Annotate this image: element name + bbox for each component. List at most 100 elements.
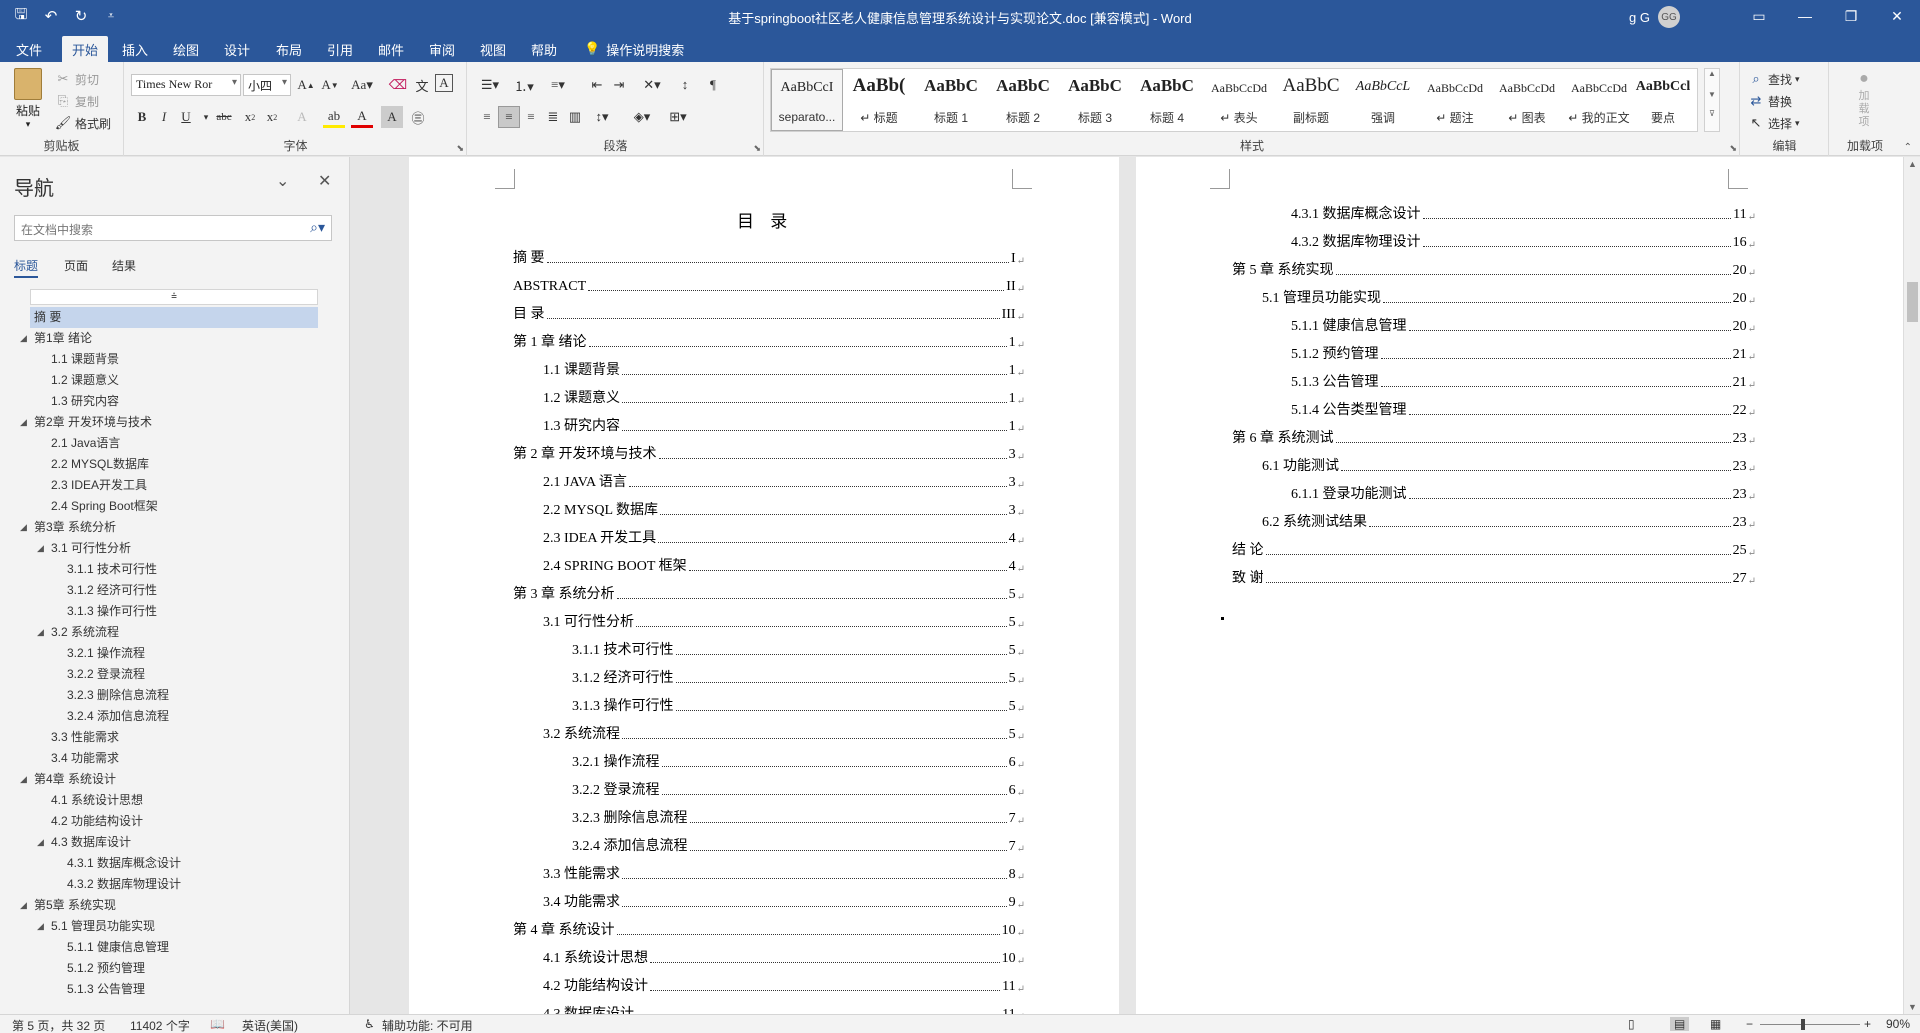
toc-entry[interactable]: 第 5 章 系统实现 20 ↵ [1232,259,1756,279]
increase-indent-icon[interactable]: ⇥ [608,74,630,96]
align-right-icon[interactable]: ≡ [520,106,542,128]
distributed-icon[interactable]: ▥ [564,106,586,128]
nav-heading-item[interactable]: ◢ 3.1 可行性分析 [37,538,131,559]
borders-icon[interactable]: ⊞▾ [664,106,692,128]
font-name-combo[interactable]: Times New Ror [131,74,241,96]
tab-pages[interactable]: 页面 [64,257,88,274]
nav-heading-item[interactable]: 4.2 功能结构设计 [51,811,143,832]
toc-entry[interactable]: 4.3.2 数据库物理设计 16 ↵ [1291,231,1756,251]
toc-entry[interactable]: 3.3 性能需求 8 ↵ [543,863,1025,883]
addins-button[interactable]: ● 加载项 [1844,70,1884,129]
toc-entry[interactable]: 第 6 章 系统测试 23 ↵ [1232,427,1756,447]
zoom-slider[interactable] [1760,1024,1860,1025]
show-marks-icon[interactable]: ¶ [702,74,724,96]
web-layout-icon[interactable]: ▦ [1710,1017,1721,1031]
strikethrough-icon[interactable]: abc [213,106,235,128]
shrink-font-icon[interactable]: A ▼ [319,74,341,96]
toc-entry[interactable]: 摘 要 I ↵ [513,247,1025,267]
tab-review[interactable]: 审阅 [419,36,465,62]
collapse-ribbon-icon[interactable]: ⌃ [1904,142,1912,153]
toc-entry[interactable]: 1.3 研究内容 1 ↵ [543,415,1025,435]
change-case-icon[interactable]: Aa▾ [347,74,377,96]
bold-icon[interactable]: B [131,106,153,128]
word-count[interactable]: 11402 个字 [130,1017,190,1033]
superscript-icon[interactable]: x2 [261,106,283,128]
nav-heading-item[interactable]: 4.3.2 数据库物理设计 [67,874,181,895]
nav-heading-item[interactable]: ◢ 第2章 开发环境与技术 [20,412,152,433]
tab-help[interactable]: 帮助 [521,36,567,62]
nav-heading-item[interactable]: 2.4 Spring Boot框架 [51,496,158,517]
nav-heading-item[interactable]: 1.2 课题意义 [51,370,119,391]
character-border-icon[interactable]: A [435,74,453,92]
zoom-out-icon[interactable]: − [1746,1017,1753,1031]
tab-headings[interactable]: 标题 [14,257,39,278]
phonetic-guide-icon[interactable]: 文 [411,74,433,96]
sort-icon[interactable]: ↕ [674,74,696,96]
nav-heading-item[interactable]: 5.1.1 健康信息管理 [67,937,169,958]
nav-heading-item[interactable]: 3.2.1 操作流程 [67,643,145,664]
toc-entry[interactable]: 6.1 功能测试 23 ↵ [1262,455,1756,475]
read-mode-icon[interactable]: ▯ [1628,1017,1635,1031]
style-item[interactable]: AaBbC 标题 2 [987,69,1059,131]
chevron-down-icon[interactable]: ⌄ [276,171,289,191]
toc-entry[interactable]: 2.2 MYSQL 数据库 3 ↵ [543,499,1025,519]
find-button[interactable]: ⌕ 查找 ▾ [1747,70,1799,88]
nav-heading-item[interactable]: 摘 要 [30,307,318,328]
nav-heading-item[interactable]: 3.4 功能需求 [51,748,119,769]
style-item[interactable]: AaBbC 标题 4 [1131,69,1203,131]
toc-entry[interactable]: 2.3 IDEA 开发工具 4 ↵ [543,527,1025,547]
toc-entry[interactable]: 3.2.2 登录流程 6 ↵ [572,779,1025,799]
chevron-up-icon[interactable]: ▲ [1705,69,1719,78]
bullets-icon[interactable]: ☰▾ [476,74,504,96]
toc-entry[interactable]: 4.2 功能结构设计 11 ↵ [543,975,1025,995]
toc-entry[interactable]: 5.1.3 公告管理 21 ↵ [1291,371,1756,391]
toc-entry[interactable]: 1.2 课题意义 1 ↵ [543,387,1025,407]
collapse-all-icon[interactable]: ⩮ [30,289,318,305]
dialog-launcher-icon[interactable]: ⬊ [1729,143,1737,154]
more-icon[interactable]: ⊽ [1705,109,1719,118]
toc-entry[interactable]: 3.1.3 操作可行性 5 ↵ [572,695,1025,715]
toc-entry[interactable]: 3.2.4 添加信息流程 7 ↵ [572,835,1025,855]
avatar[interactable]: GG [1658,6,1680,28]
highlight-icon[interactable]: ab [323,106,345,128]
nav-heading-item[interactable]: 1.3 研究内容 [51,391,119,412]
nav-heading-item[interactable]: ◢ 第3章 系统分析 [20,517,116,538]
toc-entry[interactable]: 3.1.1 技术可行性 5 ↵ [572,639,1025,659]
styles-scroll[interactable]: ▲ ▼ ⊽ [1704,68,1720,132]
search-icon[interactable]: ⌕▾ [310,219,325,236]
nav-heading-item[interactable]: 4.3.1 数据库概念设计 [67,853,181,874]
tab-design[interactable]: 设计 [214,36,260,62]
align-left-icon[interactable]: ≡ [476,106,498,128]
dialog-launcher-icon[interactable]: ⬊ [753,143,761,154]
cut-button[interactable]: ✂ 剪切 [54,70,99,88]
style-item[interactable]: AaBbCcDd ↵ 图表 [1491,69,1563,131]
toc-entry[interactable]: 第 3 章 系统分析 5 ↵ [513,583,1025,603]
tell-me-search[interactable]: 💡 操作说明搜索 [584,36,684,62]
expand-triangle-icon[interactable]: ◢ [20,412,27,433]
scroll-thumb[interactable] [1907,282,1918,322]
toc-entry[interactable]: 5.1.4 公告类型管理 22 ↵ [1291,399,1756,419]
toc-entry[interactable]: 第 1 章 绪论 1 ↵ [513,331,1025,351]
expand-triangle-icon[interactable]: ◢ [37,832,44,853]
style-item[interactable]: AaBbCcDd ↵ 表头 [1203,69,1275,131]
tab-insert[interactable]: 插入 [112,36,158,62]
toc-entry[interactable]: 3.4 功能需求 9 ↵ [543,891,1025,911]
toc-entry[interactable]: 2.1 JAVA 语言 3 ↵ [543,471,1025,491]
toc-entry[interactable]: 致 谢 27 ↵ [1232,567,1756,587]
toc-entry[interactable]: 1.1 课题背景 1 ↵ [543,359,1025,379]
nav-heading-item[interactable]: 3.3 性能需求 [51,727,119,748]
justify-icon[interactable]: ≣ [542,106,564,128]
toc-entry[interactable]: 3.2.3 删除信息流程 7 ↵ [572,807,1025,827]
toc-entry[interactable]: ABSTRACT II ↵ [513,275,1025,295]
toc-entry[interactable]: 3.1 可行性分析 5 ↵ [543,611,1025,631]
close-button[interactable]: ✕ [1874,0,1920,32]
decrease-indent-icon[interactable]: ⇤ [586,74,608,96]
nav-heading-item[interactable]: 3.1.1 技术可行性 [67,559,157,580]
text-effects-icon[interactable]: A [291,106,313,128]
style-item[interactable]: AaBbCcl 要点 [1627,69,1699,131]
zoom-in-icon[interactable]: + [1864,1017,1871,1031]
nav-heading-item[interactable]: 2.2 MYSQL数据库 [51,454,149,475]
toc-entry[interactable]: 3.1.2 经济可行性 5 ↵ [572,667,1025,687]
expand-triangle-icon[interactable]: ◢ [20,517,27,538]
expand-triangle-icon[interactable]: ◢ [20,328,27,349]
